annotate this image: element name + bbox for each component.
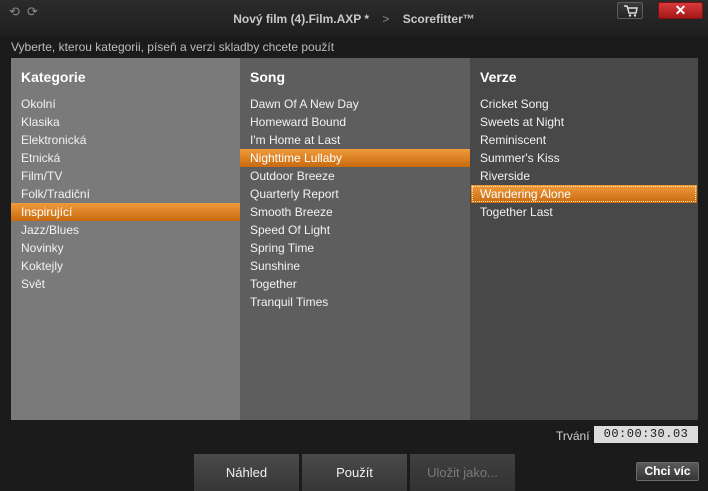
category-item[interactable]: Elektronická bbox=[11, 131, 240, 149]
song-item[interactable]: Smooth Breeze bbox=[240, 203, 470, 221]
duration-label: Trvání bbox=[556, 429, 590, 443]
category-panel: Kategorie Okolní Klasika Elektronická Et… bbox=[11, 58, 240, 420]
song-item[interactable]: Tranquil Times bbox=[240, 293, 470, 311]
song-item-selected[interactable]: Nighttime Lullaby bbox=[240, 149, 470, 167]
version-item[interactable]: Cricket Song bbox=[470, 95, 698, 113]
instructions-text: Vyberte, kterou kategorii, píseň a verzi… bbox=[11, 40, 335, 54]
modified-mark: * bbox=[361, 12, 370, 26]
version-item-selected[interactable]: Wandering Alone bbox=[471, 185, 697, 203]
title-bar: ⟲ ⟳ Nový film (4).Film.AXP * > Scorefitt… bbox=[0, 0, 708, 36]
song-panel: Song Dawn Of A New Day Homeward Bound I'… bbox=[240, 58, 470, 420]
song-item[interactable]: Spring Time bbox=[240, 239, 470, 257]
version-panel: Verze Cricket Song Sweets at Night Remin… bbox=[470, 58, 698, 420]
song-header: Song bbox=[250, 69, 285, 85]
window-title: Nový film (4).Film.AXP * > Scorefitter™ bbox=[0, 12, 708, 26]
song-item[interactable]: Dawn Of A New Day bbox=[240, 95, 470, 113]
app-name: Scorefitter™ bbox=[402, 12, 475, 26]
selection-panels: Kategorie Okolní Klasika Elektronická Et… bbox=[11, 58, 698, 420]
category-header: Kategorie bbox=[21, 69, 86, 85]
apply-button[interactable]: Použít bbox=[302, 454, 407, 491]
category-item[interactable]: Okolní bbox=[11, 95, 240, 113]
category-item[interactable]: Klasika bbox=[11, 113, 240, 131]
version-item[interactable]: Riverside bbox=[470, 167, 698, 185]
category-list: Okolní Klasika Elektronická Etnická Film… bbox=[11, 95, 240, 293]
close-icon: ✕ bbox=[674, 2, 687, 18]
category-item[interactable]: Film/TV bbox=[11, 167, 240, 185]
song-item[interactable]: I'm Home at Last bbox=[240, 131, 470, 149]
song-item[interactable]: Outdoor Breeze bbox=[240, 167, 470, 185]
song-item[interactable]: Homeward Bound bbox=[240, 113, 470, 131]
version-item[interactable]: Reminiscent bbox=[470, 131, 698, 149]
song-item[interactable]: Speed Of Light bbox=[240, 221, 470, 239]
category-item[interactable]: Jazz/Blues bbox=[11, 221, 240, 239]
more-button[interactable]: Chci víc bbox=[636, 462, 699, 481]
song-item[interactable]: Quarterly Report bbox=[240, 185, 470, 203]
category-item[interactable]: Novinky bbox=[11, 239, 240, 257]
category-item[interactable]: Koktejly bbox=[11, 257, 240, 275]
version-item[interactable]: Together Last bbox=[470, 203, 698, 221]
category-item[interactable]: Svět bbox=[11, 275, 240, 293]
song-item[interactable]: Together bbox=[240, 275, 470, 293]
version-list: Cricket Song Sweets at Night Reminiscent… bbox=[470, 95, 698, 221]
category-item[interactable]: Etnická bbox=[11, 149, 240, 167]
cart-button[interactable] bbox=[617, 2, 643, 19]
version-item[interactable]: Sweets at Night bbox=[470, 113, 698, 131]
preview-button[interactable]: Náhled bbox=[194, 454, 299, 491]
cart-icon bbox=[624, 5, 638, 17]
song-item[interactable]: Sunshine bbox=[240, 257, 470, 275]
breadcrumb-separator: > bbox=[382, 12, 390, 26]
category-item-selected[interactable]: Inspirující bbox=[11, 203, 240, 221]
version-item[interactable]: Summer's Kiss bbox=[470, 149, 698, 167]
close-button[interactable]: ✕ bbox=[658, 2, 703, 19]
version-header: Verze bbox=[480, 69, 517, 85]
duration-field[interactable]: 00:00:30.03 bbox=[594, 426, 698, 443]
project-name: Nový film (4).Film.AXP bbox=[233, 12, 362, 26]
category-item[interactable]: Folk/Tradiční bbox=[11, 185, 240, 203]
song-list: Dawn Of A New Day Homeward Bound I'm Hom… bbox=[240, 95, 470, 311]
save-as-button[interactable]: Uložit jako... bbox=[410, 454, 515, 491]
